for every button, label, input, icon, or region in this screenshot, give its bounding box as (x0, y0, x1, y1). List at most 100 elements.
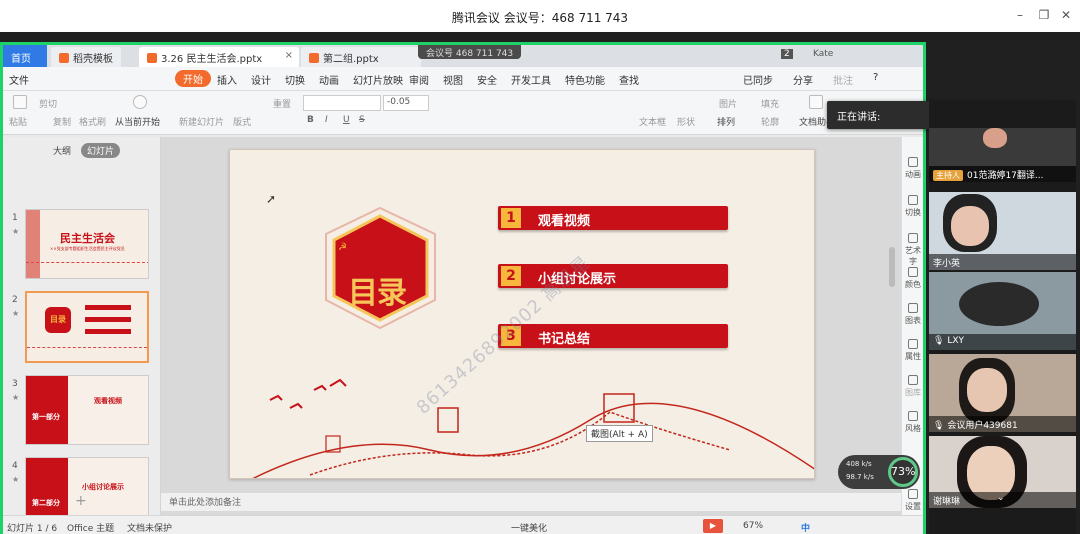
arrange-button[interactable]: 排列 (717, 115, 735, 128)
toc-item-text: 书记总结 (538, 332, 591, 347)
vertical-scrollbar[interactable] (889, 247, 895, 287)
picture-button[interactable]: 图片 (719, 97, 737, 110)
library-icon (908, 375, 918, 385)
rightbar-transition[interactable]: 切换 (902, 195, 923, 218)
settings-icon (908, 489, 918, 499)
participant-tile[interactable]: 🎙 会议用户439681 (929, 354, 1076, 432)
emblem-title: 目录 (348, 276, 407, 311)
menu-review[interactable]: 审阅 (409, 72, 429, 87)
underline-button[interactable]: U (343, 115, 350, 125)
ime-indicator[interactable]: 中 (801, 521, 810, 534)
shape-button[interactable]: 形状 (677, 115, 695, 128)
reset-button[interactable]: 重置 (273, 97, 291, 110)
help-button[interactable]: ? (873, 72, 878, 83)
slide-thumbnail-2[interactable]: 目录 (25, 291, 149, 363)
menu-features[interactable]: 特色功能 (565, 72, 605, 87)
document-protect-status[interactable]: 文档未保护 (127, 521, 172, 534)
menu-security[interactable]: 安全 (477, 72, 497, 87)
rightbar-chart[interactable]: 图表 (902, 303, 923, 326)
meeting-id-pill: 会议号 468 711 743 (418, 45, 522, 59)
add-slide-button[interactable]: + (75, 493, 87, 509)
toc-item[interactable]: 2 小组讨论展示 (498, 264, 728, 288)
tab-slides[interactable]: 幻灯片 (81, 143, 121, 158)
rightbar-library[interactable]: 图库 (902, 375, 923, 398)
participant-tile[interactable]: 谢琳琳 ⌄ (929, 436, 1076, 508)
rightbar-properties[interactable]: 属性 (902, 339, 923, 362)
slide-thumbnail-pane: 大纲 幻灯片 1 ★ 民主生活会 ××党支部专题组织生活会暨民主评议党员 2 ★… (3, 137, 161, 527)
tab-home[interactable]: 首页 (3, 45, 47, 67)
rightbar-animation[interactable]: 动画 (902, 157, 923, 180)
rightbar-settings[interactable]: 设置 (902, 489, 923, 512)
notes-area[interactable]: 单击此处添加备注 (161, 493, 901, 511)
participant-label: 🎙 LXY (929, 334, 1076, 350)
menu-slideshow[interactable]: 幻灯片放映 (353, 72, 403, 87)
ribbon-toolbar: 粘贴 剪切 复制 格式刷 从当前开始 新建幻灯片 版式 重置 -0.05 B I… (3, 91, 923, 135)
upload-speed: 408 k/s (846, 460, 872, 468)
italic-button[interactable]: I (325, 115, 328, 125)
cpu-percent: 73% (888, 457, 918, 487)
outline-button[interactable]: 轮廓 (761, 115, 779, 128)
user-name[interactable]: Kate (813, 49, 833, 59)
menu-design[interactable]: 设计 (251, 72, 271, 87)
network-speed-widget[interactable]: 408 k/s 98.7 k/s 73% (838, 455, 920, 489)
menu-search[interactable]: 查找 (619, 72, 639, 87)
tab-group2-pptx[interactable]: 第二组.pptx (301, 47, 421, 67)
layout-button[interactable]: 版式 (233, 115, 251, 128)
minimize-button[interactable]: – (1012, 8, 1028, 22)
menu-animation[interactable]: 动画 (319, 72, 339, 87)
menu-developer[interactable]: 开发工具 (511, 72, 551, 87)
play-icon[interactable] (133, 95, 147, 109)
bold-button[interactable]: B (307, 115, 314, 125)
slide-counter: 幻灯片 1 / 6 (7, 524, 58, 534)
cut-button[interactable]: 剪切 (39, 97, 57, 110)
participant-tile[interactable]: 李小英 (929, 192, 1076, 270)
participant-tile[interactable]: 主持人 01范潞婷17翻译... (929, 128, 1076, 182)
participant-label: 🎙 会议用户439681 (929, 416, 1076, 432)
font-size-field[interactable]: -0.05 (383, 95, 429, 111)
play-slideshow-icon[interactable]: ▶ (703, 519, 723, 533)
zoom-level[interactable]: 67% (743, 521, 763, 531)
tab-close-icon[interactable]: × (285, 50, 293, 61)
window-titlebar: 腾讯会议 会议号：468 711 743 – ❐ ✕ (0, 0, 1080, 32)
share-button[interactable]: 分享 (793, 72, 813, 87)
toc-item[interactable]: 3 书记总结 (498, 324, 728, 348)
toc-item[interactable]: 1 观看视频 (498, 206, 728, 230)
textbox-button[interactable]: 文本框 (639, 115, 666, 128)
current-slide[interactable]: ☭ 目录 1 观看视频 2 小组讨论展示 3 书记总结 861342689200… (229, 149, 815, 479)
doc-assistant-icon[interactable] (809, 95, 823, 109)
thumb-title: 观看视频 (94, 397, 122, 405)
menu-file[interactable]: 文件 (9, 72, 29, 87)
menu-start[interactable]: 开始 (175, 70, 211, 87)
menu-view[interactable]: 视图 (443, 72, 463, 87)
download-speed: 98.7 k/s (846, 473, 874, 481)
tab-current-pptx[interactable]: 3.26 民主生活会.pptx × (139, 47, 299, 67)
star-icon: ★ (12, 309, 20, 318)
tab-outline[interactable]: 大纲 (47, 143, 77, 158)
menu-insert[interactable]: 插入 (217, 72, 237, 87)
rightbar-style[interactable]: 风格 (902, 411, 923, 434)
beautify-button[interactable]: 一键美化 (511, 521, 547, 534)
copy-button[interactable]: 复制 (53, 115, 71, 128)
play-from-current-button[interactable]: 从当前开始 (115, 115, 160, 128)
participant-name: 会议用户439681 (947, 421, 1018, 431)
avatar (983, 128, 1007, 148)
comment-button[interactable]: 批注 (833, 72, 853, 87)
rightbar-wordart[interactable]: 艺术字 (902, 233, 923, 267)
strike-button[interactable]: S (359, 115, 365, 125)
video-face (967, 368, 1007, 412)
restore-button[interactable]: ❐ (1036, 8, 1052, 22)
tab-docer-templates[interactable]: 稻壳模板 (51, 47, 121, 67)
new-slide-button[interactable]: 新建幻灯片 (179, 115, 224, 128)
sync-status[interactable]: 已同步 (743, 72, 773, 87)
menu-transition[interactable]: 切换 (285, 72, 305, 87)
participant-tile[interactable]: 🎙 LXY (929, 272, 1076, 350)
slide-thumbnail-3[interactable]: 第一部分 观看视频 (25, 375, 149, 445)
paste-icon[interactable] (13, 95, 27, 109)
chevron-down-icon[interactable]: ⌄ (997, 493, 1005, 503)
format-painter-button[interactable]: 格式刷 (79, 115, 106, 128)
font-name-field[interactable] (303, 95, 381, 111)
fill-button[interactable]: 填充 (761, 97, 779, 110)
close-button[interactable]: ✕ (1058, 8, 1074, 22)
slide-thumbnail-1[interactable]: 民主生活会 ××党支部专题组织生活会暨民主评议党员 (25, 209, 149, 279)
rightbar-color[interactable]: 颜色 (902, 267, 923, 290)
